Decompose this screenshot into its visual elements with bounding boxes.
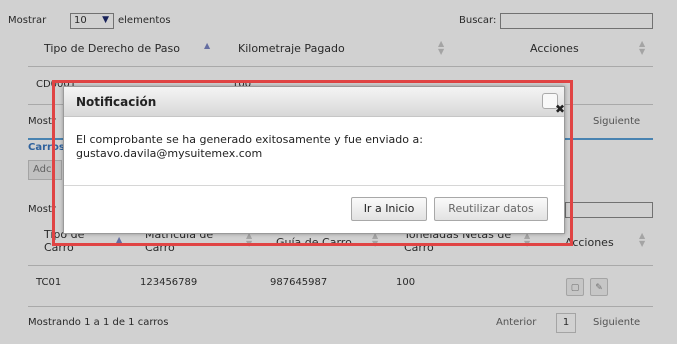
recipient-email: gustavo.davila@mysuitemex.com	[76, 147, 263, 160]
dialog-message: El comprobante se ha generado exitosamen…	[76, 133, 423, 161]
notification-dialog: Notificación ✖ El comprobante se ha gene…	[63, 86, 565, 234]
reuse-data-label: Reutilizar datos	[448, 202, 534, 215]
go-home-label: Ir a Inicio	[363, 202, 415, 215]
dialog-divider	[64, 185, 564, 186]
go-home-button[interactable]: Ir a Inicio	[351, 197, 427, 221]
dialog-title-bar: Notificación ✖	[64, 87, 565, 117]
close-button[interactable]: ✖	[542, 93, 565, 116]
message-line: El comprobante se ha generado exitosamen…	[76, 133, 423, 146]
dialog-title: Notificación	[76, 95, 157, 109]
reuse-data-button[interactable]: Reutilizar datos	[434, 197, 548, 221]
close-icon: ✖	[555, 102, 566, 116]
